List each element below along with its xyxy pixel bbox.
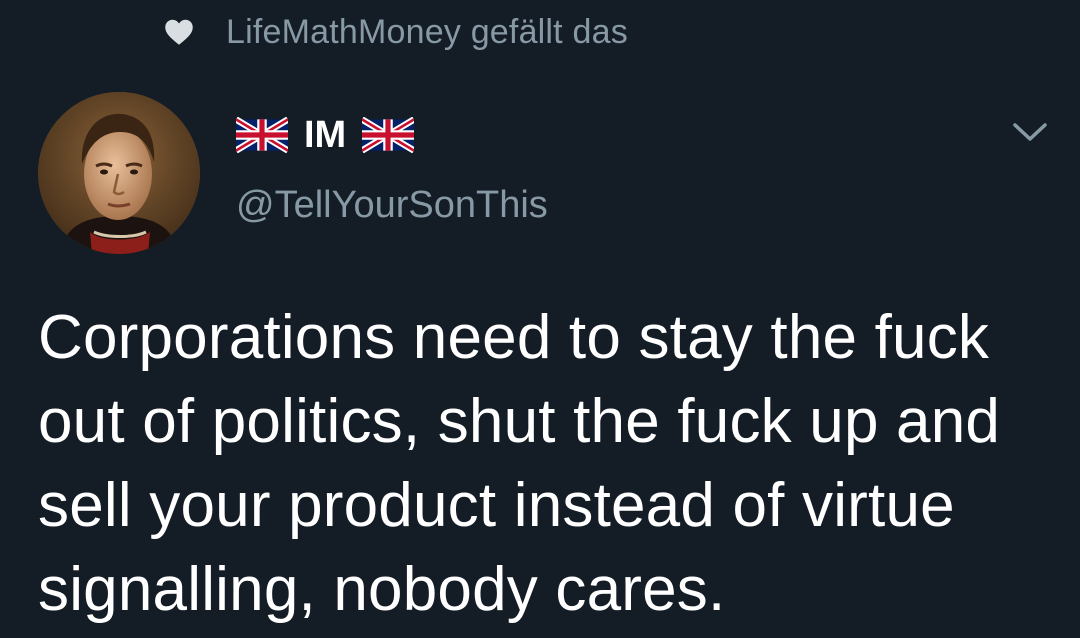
author-handle[interactable]: @TellYourSonThis bbox=[236, 184, 548, 227]
tweet-menu-button[interactable] bbox=[1004, 112, 1056, 152]
uk-flag-icon bbox=[236, 117, 288, 153]
social-context: LifeMathMoney gefällt das bbox=[164, 10, 628, 54]
avatar[interactable] bbox=[38, 92, 200, 254]
heart-icon bbox=[165, 19, 193, 45]
avatar-portrait bbox=[38, 92, 200, 254]
author-name-row[interactable]: IM bbox=[236, 110, 415, 160]
uk-flag-icon bbox=[362, 117, 415, 153]
chevron-down-icon bbox=[1013, 123, 1047, 141]
liked-by-text: LifeMathMoney gefällt das bbox=[226, 12, 628, 51]
tweet-text: Corporations need to stay the fuck out o… bbox=[38, 303, 1001, 624]
author-display-name: IM bbox=[304, 113, 347, 156]
